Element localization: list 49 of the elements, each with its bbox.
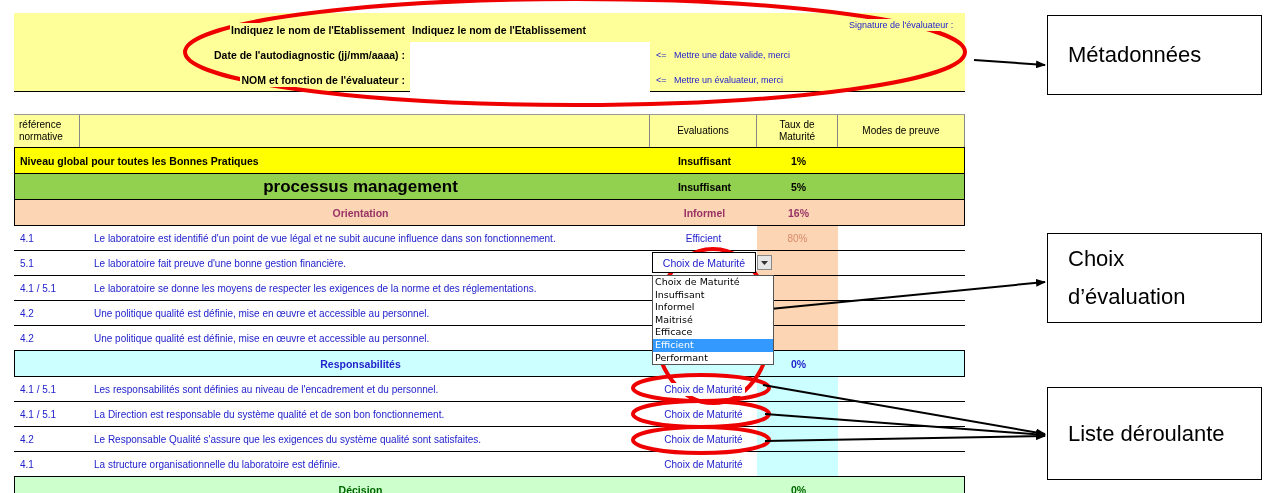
maturity-value: 80% <box>757 226 838 250</box>
reference-cell-text: 4.1 <box>19 457 35 472</box>
requirement-text: Le laboratoire se donne les moyens de respecter les exigences de la norme et des réglementations. <box>93 281 538 296</box>
field-label: Indiquez le nom de l'Etablissement <box>229 22 406 37</box>
section-title: Responsabilités <box>319 356 402 372</box>
callout-box: Métadonnées <box>1047 15 1262 95</box>
reference-cell-text: 4.1 / 5.1 <box>19 382 58 397</box>
establishment-name: Indiquez le nom de l'Etablissement <box>412 23 587 36</box>
evaluation-value[interactable]: Choix de Maturité <box>662 457 745 471</box>
requirement-text: Une politique qualité est définie, mise en œuvre et accessible au personnel. <box>93 306 431 321</box>
column-header: référence normative <box>14 115 80 147</box>
reference-cell-text: 4.2 <box>19 331 35 346</box>
maturity-value: 0% <box>789 482 808 493</box>
evaluation-value[interactable]: Choix de Maturité <box>662 407 745 421</box>
field-hint: <= Mettre une date valide, merci <box>656 49 791 60</box>
section-title: Décision <box>337 482 384 493</box>
evaluation-value[interactable]: Efficient <box>683 231 724 245</box>
maturity-value: 0% <box>789 356 808 372</box>
requirement-text: Le laboratoire fait preuve d'une bonne gestion financière. <box>93 256 348 271</box>
column-header: Evaluations <box>650 115 757 147</box>
callout-box: Choix d’évaluation <box>1047 233 1262 323</box>
requirement-text: La structure organisationnelle du laboratoire est définie. <box>93 457 342 472</box>
reference-cell-text: 4.2 <box>19 432 35 447</box>
section-title: processus management <box>262 175 459 198</box>
requirement-text: La Direction est responsable du système qualité et de son bon fonctionnement. <box>93 407 446 422</box>
reference-cell-text: 4.1 / 5.1 <box>19 281 58 296</box>
requirement-text: Le Responsable Qualité s'assure que les exigences du système qualité sont satisfaites. <box>93 432 483 447</box>
maturity-value: 1% <box>789 153 808 169</box>
reference-cell-text: 5.1 <box>19 256 35 271</box>
input-field[interactable] <box>410 42 650 67</box>
section-title: Niveau global pour toutes les Bonnes Pratiques <box>19 153 260 169</box>
column-header: Modes de preuve <box>838 115 965 147</box>
reference-cell-text: 4.1 <box>19 231 35 246</box>
evaluation-value: Informel <box>682 205 727 221</box>
requirement-text: Les responsabilités sont définies au niveau de l'encadrement et du personnel. <box>93 382 440 397</box>
evaluation-value: Insuffisant <box>676 179 733 195</box>
reference-cell-text: 4.2 <box>19 306 35 321</box>
callout-box: Liste déroulante <box>1047 387 1262 480</box>
signature-label: Signature de l'évaluateur : <box>848 19 955 31</box>
requirement-text: Le laboratoire est identifié d'un point de vue légal et ne subit aucune influence dans son fonctionnement. <box>93 231 557 246</box>
evaluation-value: Insuffisant <box>676 153 733 169</box>
evaluation-value[interactable]: Choix de Maturité <box>662 432 745 446</box>
field-hint: <= Mettre un évaluateur, merci <box>656 74 784 85</box>
requirement-text: Une politique qualité est définie, mise en œuvre et accessible au personnel. <box>93 331 431 346</box>
column-header: Taux de Maturité <box>757 115 838 147</box>
maturity-value: 16% <box>787 205 810 221</box>
maturity-value: 5% <box>789 179 808 195</box>
reference-cell-text: 4.1 / 5.1 <box>19 407 58 422</box>
section-title: Orientation <box>331 205 390 221</box>
